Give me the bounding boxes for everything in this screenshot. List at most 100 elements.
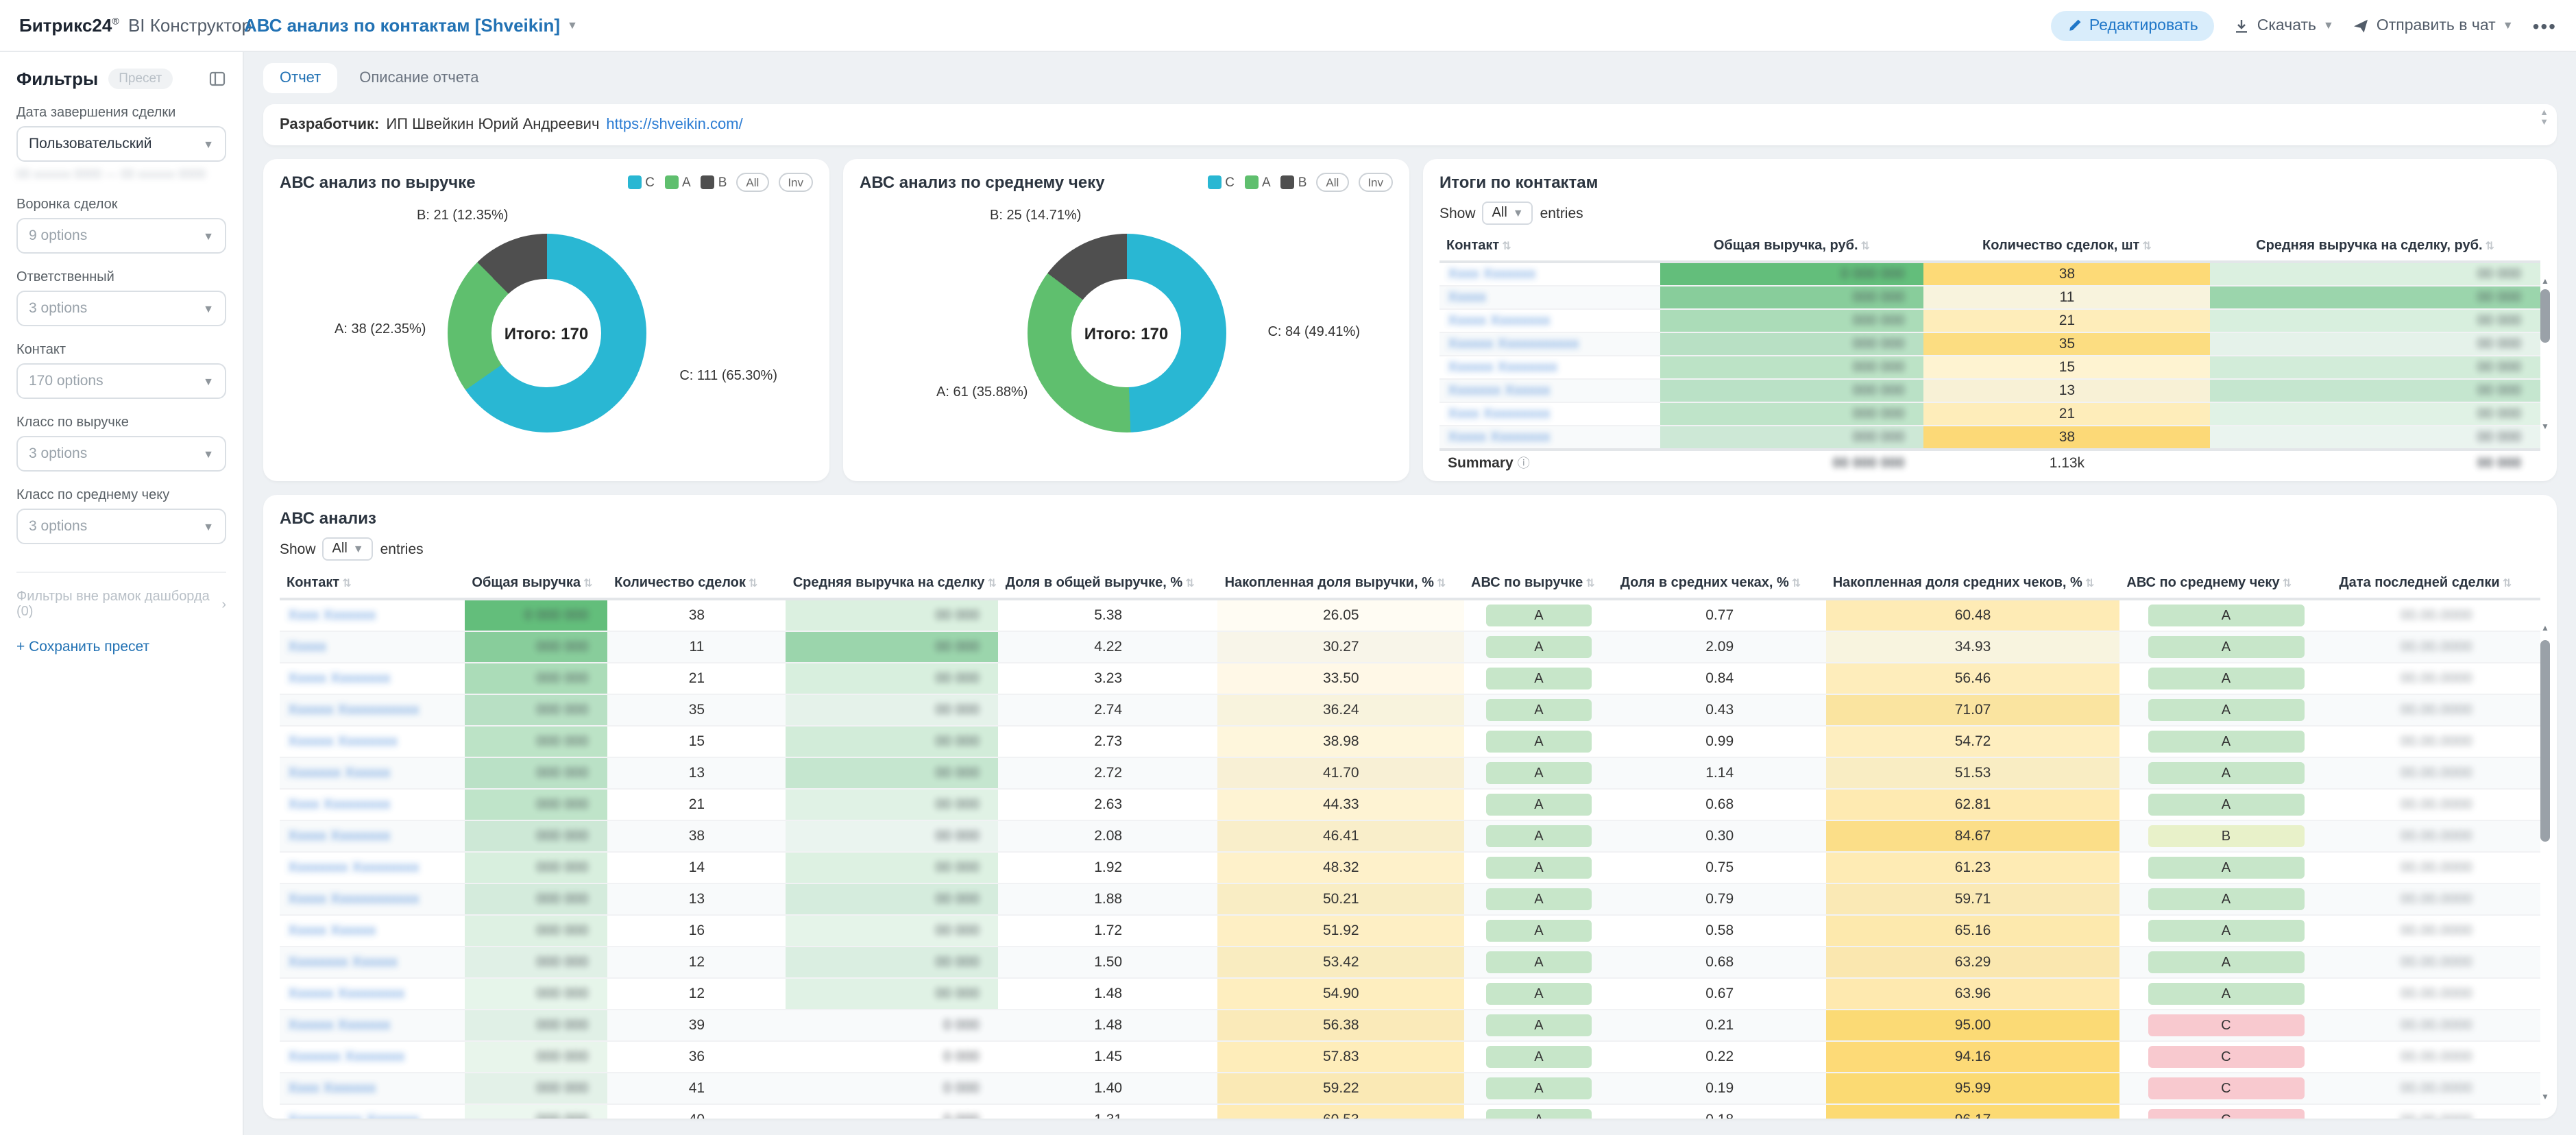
column-header-revenue-cum[interactable]: Накопленная доля выручки, %⇅ [1218,569,1464,599]
column-header-avg[interactable]: Средняя выручка на сделку⇅ [786,569,999,599]
legend-item-a[interactable]: A [664,175,691,190]
table-row: Ххххх Хххххххххххх 000 000 13 00 000 1.8… [280,883,2540,915]
badge-all[interactable]: All [736,173,768,192]
badge-all[interactable]: All [1316,173,1348,192]
download-button[interactable]: Скачать ▼ [2234,17,2334,34]
avg-check-class-select[interactable]: 3 options▼ [16,509,226,544]
contact-cell[interactable]: Ххххх Хххххххх [280,820,465,852]
deal-close-date-select[interactable]: Пользовательский▼ [16,126,226,162]
contact-cell[interactable]: Ххххх Хххххххх [1439,309,1660,332]
table-row: Хххх Ххххххххх 000 000 21 00 000 [1439,402,2540,426]
abc-badge: A [2148,794,2305,816]
contact-cell[interactable]: Хххх Ххххххх [1439,262,1660,286]
deals-cell: 38 [1924,262,2211,286]
contact-cell[interactable]: Ххххххх Хххххх [280,757,465,789]
contact-cell[interactable]: Хххххх Ххххххххххх [280,694,465,726]
deals-cell: 21 [1924,402,2211,426]
scrollbar-thumb[interactable] [2540,289,2550,343]
report-tabs: Отчет Описание отчета [263,63,2557,93]
column-header-revenue[interactable]: Общая выручка⇅ [465,569,607,599]
responsible-select[interactable]: 3 options▼ [16,291,226,326]
legend-item-c[interactable]: C [627,175,655,190]
scroll-up-icon[interactable]: ▲ [2541,624,2549,636]
contact-cell[interactable]: Хххх Ххххххххх [280,789,465,820]
tab-report[interactable]: Отчет [263,63,337,93]
revenue-cell: 000 000 [465,978,607,1010]
avg-share-cell: 0.22 [1614,1041,1826,1073]
page-size-select[interactable]: All▼ [323,537,374,561]
more-menu-button[interactable]: ••• [2533,14,2557,36]
contact-cell[interactable]: Хххххххх Хххххх [280,947,465,978]
avg-cell: 00 000 [786,978,999,1010]
developer-link[interactable]: https://shveikin.com/ [606,117,742,133]
column-header-avg-share[interactable]: Доля в средних чеках, %⇅ [1614,569,1826,599]
page-title: АВС анализ по контактам [Shveikin] [244,15,560,36]
column-header-avg-cum[interactable]: Накопленная доля средних чеков, %⇅ [1826,569,2120,599]
legend-item-c[interactable]: C [1207,175,1235,190]
column-header-deals[interactable]: Количество сделок, шт⇅ [1924,232,2211,262]
contact-cell[interactable]: Ххххх Хххххххххххх [280,883,465,915]
scrollbar-track[interactable] [2540,289,2550,422]
contact-cell[interactable]: Хххххххх Ххххххххх [280,852,465,883]
contact-cell[interactable]: Хххх Ххххххххх [1439,402,1660,426]
revenue-class-select[interactable]: 3 options▼ [16,436,226,472]
save-preset-link[interactable]: + Сохранить пресет [16,639,226,655]
legend-item-b[interactable]: B [1280,175,1307,190]
contact-cell[interactable]: Хххх Ххххххх [280,1073,465,1104]
report-title-dropdown[interactable]: АВС анализ по контактам [Shveikin] ▼ [244,15,578,36]
revenue-cell: 000 000 [465,789,607,820]
contact-select[interactable]: 170 options▼ [16,363,226,399]
contact-cell[interactable]: Хххххх Хххххххх [280,726,465,757]
avg-cell: 00 000 [2210,309,2540,332]
abc-badge: A [2148,951,2305,973]
contact-cell[interactable]: Ххххх Хххххххх [280,663,465,694]
collapse-sidebar-icon[interactable] [208,70,226,88]
column-header-avg[interactable]: Средняя выручка на сделку, руб.⇅ [2210,232,2540,262]
legend-item-a[interactable]: A [1244,175,1271,190]
avg-cell: 00 000 [2210,356,2540,379]
deals-cell: 21 [1924,309,2211,332]
contact-cell[interactable]: Ххххххх Хххххх [1439,379,1660,402]
column-header-deals[interactable]: Количество сделок⇅ [607,569,786,599]
abc-revenue-cell: A [1464,663,1614,694]
tab-description[interactable]: Описание отчета [343,63,495,93]
edit-button[interactable]: Редактировать [2051,10,2215,40]
avg-cell: 0 000 [786,1104,999,1119]
contact-cell[interactable]: Хххххх Ххххххххххх [1439,332,1660,356]
page-scroll-arrows[interactable]: ▲▼ [2540,108,2549,127]
send-to-chat-button[interactable]: Отправить в чат ▼ [2353,17,2514,34]
contact-cell[interactable]: Ххххх [1439,286,1660,309]
scroll-down-icon[interactable]: ▼ [2541,1093,2549,1105]
abc-badge: A [1485,1109,1592,1119]
deals-cell: 15 [607,726,786,757]
column-header-revenue-share[interactable]: Доля в общей выручке, %⇅ [999,569,1218,599]
column-header-contact[interactable]: Контакт⇅ [1439,232,1660,262]
contact-cell[interactable]: Ххххх [280,631,465,663]
column-header-last-deal-date[interactable]: Дата последней сделки⇅ [2332,569,2540,599]
contact-cell[interactable]: Хххххх Ххххххх [280,1010,465,1041]
scrollbar-track[interactable] [2540,636,2550,1093]
scroll-up-icon[interactable]: ▲ [2541,277,2549,289]
info-icon[interactable]: ⓘ [1518,456,1530,470]
column-header-abc-revenue[interactable]: АВС по выручке⇅ [1464,569,1614,599]
legend-item-b[interactable]: B [701,175,727,190]
column-header-contact[interactable]: Контакт⇅ [280,569,465,599]
contact-cell[interactable]: Ххххх Хххххх [280,915,465,947]
revenue-cum-cell: 48.32 [1218,852,1464,883]
column-header-abc-avg[interactable]: АВС по среднему чеку⇅ [2119,569,2332,599]
column-header-revenue[interactable]: Общая выручка, руб.⇅ [1660,232,1923,262]
badge-inv[interactable]: Inv [1358,173,1393,192]
scroll-down-icon[interactable]: ▼ [2541,422,2549,435]
deal-funnel-select[interactable]: 9 options▼ [16,218,226,254]
table-row: Хххххх Ххххххх 000 000 39 0 000 1.48 56.… [280,1010,2540,1041]
contact-cell[interactable]: Хххххххххх Ххххххх [280,1104,465,1119]
outside-filters-link[interactable]: Фильтры вне рамок дашборда (0) › [16,572,226,620]
contact-cell[interactable]: Хххх Ххххххх [280,599,465,631]
contact-cell[interactable]: Хххххх Хххххххх [1439,356,1660,379]
page-size-select[interactable]: All▼ [1483,202,1533,225]
contact-cell[interactable]: Хххххх Ххххххххх [280,978,465,1010]
contact-cell[interactable]: Ххххххх Хххххххх [280,1041,465,1073]
badge-inv[interactable]: Inv [778,173,813,192]
contact-cell[interactable]: Ххххх Хххххххх [1439,426,1660,450]
scrollbar-thumb[interactable] [2540,641,2550,842]
